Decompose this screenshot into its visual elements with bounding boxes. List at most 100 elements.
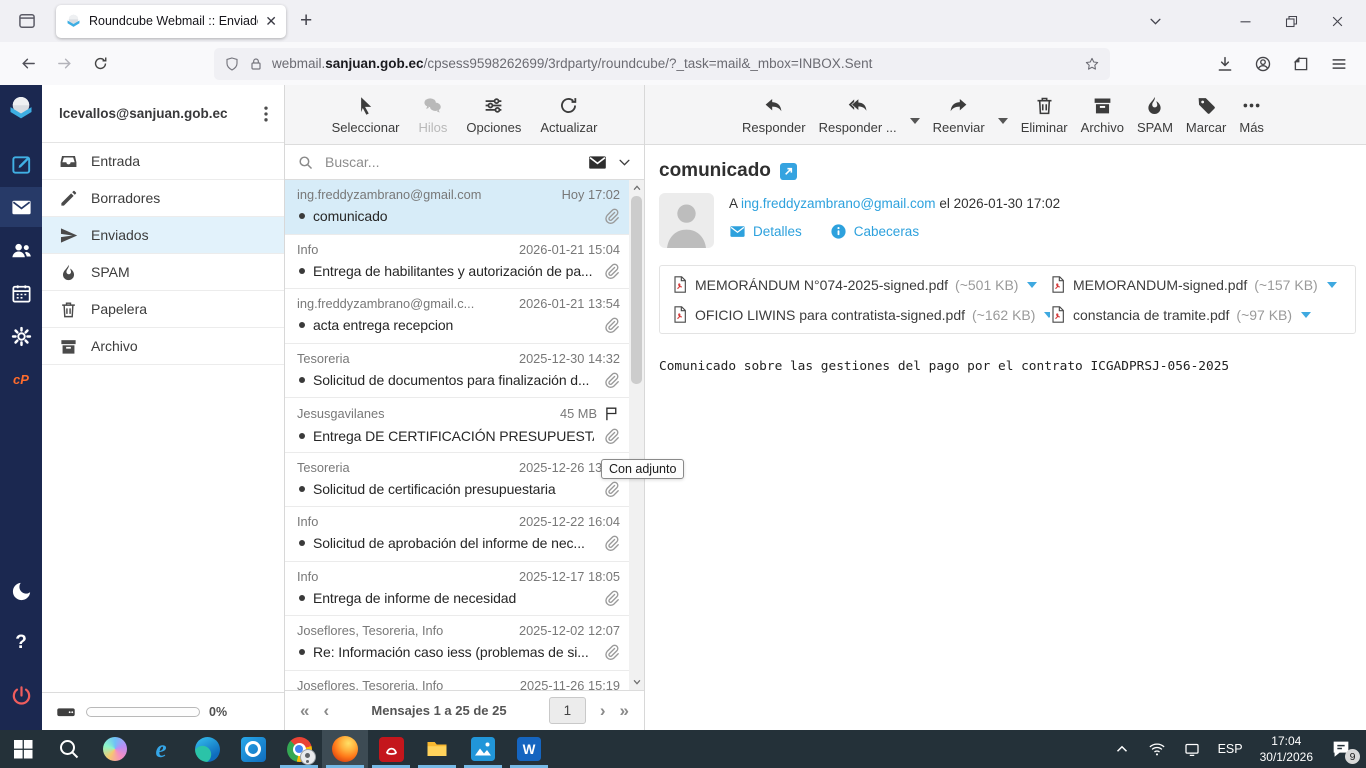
help-button[interactable]: ? — [0, 623, 42, 663]
notifications-button[interactable]: 9 — [1330, 738, 1360, 764]
taskbar-start-button[interactable] — [0, 730, 46, 768]
language-indicator[interactable]: ESP — [1218, 742, 1243, 756]
taskbar-copilot-button[interactable] — [92, 730, 138, 768]
browser-tab[interactable]: Roundcube Webmail :: Enviados ✕ — [56, 4, 286, 38]
recipient-email-link[interactable]: ing.freddyzambrano@gmail.com — [741, 196, 936, 211]
message-list-item[interactable]: Tesoreria 2025-12-26 13:13 Solicitud de … — [285, 453, 644, 507]
window-minimize-button[interactable] — [1222, 2, 1268, 40]
scrollbar-thumb[interactable] — [631, 196, 642, 384]
forward-button[interactable] — [48, 48, 80, 80]
new-tab-button[interactable]: + — [300, 9, 312, 33]
scroll-up-icon[interactable] — [629, 181, 644, 195]
folder-item-enviados[interactable]: Enviados — [42, 217, 284, 254]
taskbar-word-button[interactable]: W — [506, 730, 552, 768]
message-list-scrollbar[interactable] — [629, 180, 644, 690]
folder-item-papelera[interactable]: Papelera — [42, 291, 284, 328]
open-in-new-window-icon[interactable] — [779, 162, 797, 180]
extensions-icon[interactable] — [1292, 55, 1310, 73]
attachment-item[interactable]: OFICIO LIWINS para contratista-signed.pd… — [672, 305, 1050, 324]
logout-button[interactable] — [0, 675, 42, 715]
headers-toggle[interactable]: Cabeceras — [830, 223, 919, 240]
taskbar-acrobat-button[interactable] — [368, 730, 414, 768]
taskbar-internet-explorer-button[interactable]: e — [138, 730, 184, 768]
mail-toolbar-responder-button[interactable]: Responder ... — [819, 95, 897, 135]
message-list-item[interactable]: Info 2025-12-22 16:04 Solicitud de aprob… — [285, 507, 644, 562]
search-input[interactable] — [323, 153, 578, 171]
menu-hamburger-icon[interactable] — [1330, 55, 1348, 73]
nav-calendar-button[interactable] — [0, 273, 42, 313]
last-page-button[interactable]: » — [620, 702, 629, 719]
first-page-button[interactable]: « — [300, 702, 309, 719]
window-close-button[interactable] — [1314, 2, 1360, 40]
message-list-item[interactable]: Joseflores, Tesoreria, Info 2025-11-26 1… — [285, 671, 644, 691]
shield-icon[interactable] — [224, 56, 240, 72]
message-list-item[interactable]: Joseflores, Tesoreria, Info 2025-12-02 1… — [285, 616, 644, 671]
message-list-item[interactable]: Jesusgavilanes 45 MB Entrega DE CERTIFIC… — [285, 398, 644, 453]
wifi-icon[interactable] — [1148, 740, 1166, 758]
attachment-item[interactable]: MEMORÁNDUM N°074-2025-signed.pdf (~501 K… — [672, 275, 1050, 294]
attachment-item[interactable]: MEMORANDUM-signed.pdf (~157 KB) — [1050, 275, 1343, 294]
folder-item-archivo[interactable]: Archivo — [42, 328, 284, 365]
message-list-item[interactable]: Info 2025-12-17 18:05 Entrega de informe… — [285, 562, 644, 616]
tab-close-icon[interactable]: ✕ — [265, 14, 277, 28]
list-toolbar-seleccionar-button[interactable]: Seleccionar — [332, 95, 400, 135]
mail-toolbar-responder-button[interactable]: Responder — [742, 95, 806, 135]
attachment-menu-caret-icon[interactable] — [1027, 281, 1038, 288]
attachment-menu-caret-icon[interactable] — [1301, 311, 1312, 318]
nav-cpanel-button[interactable]: cP — [0, 359, 42, 399]
downloads-icon[interactable] — [1216, 55, 1234, 73]
prev-page-button[interactable]: ‹ — [323, 702, 329, 719]
message-list-item[interactable]: Tesoreria 2025-12-30 14:32 Solicitud de … — [285, 344, 644, 398]
firefox-view-button[interactable] — [12, 6, 42, 36]
nav-settings-button[interactable] — [0, 316, 42, 356]
mail-toolbar-eliminar-button[interactable]: Eliminar — [1021, 95, 1068, 135]
bookmark-star-icon[interactable] — [1084, 56, 1100, 72]
message-list-item[interactable]: ing.freddyzambrano@gmail.com Hoy 17:02 c… — [285, 180, 644, 235]
next-page-button[interactable]: › — [600, 702, 606, 719]
dropdown-caret-icon[interactable] — [997, 118, 1008, 124]
reload-button[interactable] — [84, 48, 116, 80]
taskbar-chrome-button[interactable] — [276, 730, 322, 768]
tray-expand-icon[interactable] — [1113, 740, 1131, 758]
folder-item-spam[interactable]: SPAM — [42, 254, 284, 291]
mail-toolbar-marcar-button[interactable]: Marcar — [1186, 95, 1226, 135]
compose-button[interactable] — [0, 144, 42, 184]
clock[interactable]: 17:04 30/1/2026 — [1260, 733, 1313, 765]
folder-item-entrada[interactable]: Entrada — [42, 143, 284, 180]
nav-mail-button[interactable] — [0, 187, 42, 227]
attachment-menu-caret-icon[interactable] — [1326, 281, 1337, 288]
folder-item-borradores[interactable]: Borradores — [42, 180, 284, 217]
page-number-input[interactable]: 1 — [548, 697, 586, 724]
taskbar-outlook-button[interactable] — [230, 730, 276, 768]
taskbar-photos-button[interactable] — [460, 730, 506, 768]
taskbar-search-button[interactable] — [46, 730, 92, 768]
window-restore-button[interactable] — [1268, 2, 1314, 40]
account-menu-icon[interactable] — [256, 104, 276, 124]
message-list-item[interactable]: ing.freddyzambrano@gmail.c... 2026-01-21… — [285, 289, 644, 344]
taskbar-file-explorer-button[interactable] — [414, 730, 460, 768]
list-toolbar-actualizar-button[interactable]: Actualizar — [540, 95, 597, 135]
nav-contacts-button[interactable] — [0, 230, 42, 270]
cast-icon[interactable] — [1183, 740, 1201, 758]
list-tabs-button[interactable] — [1132, 2, 1178, 40]
taskbar-edge-button[interactable] — [184, 730, 230, 768]
mail-toolbar-archivo-button[interactable]: Archivo — [1081, 95, 1124, 135]
mail-toolbar-reenviar-button[interactable]: Reenviar — [933, 95, 985, 135]
account-icon[interactable] — [1254, 55, 1272, 73]
back-button[interactable] — [12, 48, 44, 80]
lock-icon[interactable] — [248, 56, 264, 72]
address-bar[interactable]: webmail.sanjuan.gob.ec/cpsess9598262699/… — [214, 47, 1110, 80]
taskbar-firefox-button[interactable] — [322, 730, 368, 768]
message-list-item[interactable]: Info 2026-01-21 15:04 Entrega de habilit… — [285, 235, 644, 289]
details-toggle[interactable]: Detalles — [729, 223, 802, 240]
search-scope-mail-icon[interactable] — [587, 152, 608, 173]
dark-mode-button[interactable] — [0, 571, 42, 611]
list-toolbar-hilos-button[interactable]: Hilos — [419, 95, 447, 135]
scroll-down-icon[interactable] — [629, 675, 644, 689]
list-toolbar-opciones-button[interactable]: Opciones — [466, 95, 521, 135]
attachment-item[interactable]: constancia de tramite.pdf (~97 KB) — [1050, 305, 1343, 324]
dropdown-caret-icon[interactable] — [909, 118, 920, 124]
mail-toolbar-más-button[interactable]: Más — [1239, 95, 1264, 135]
mail-toolbar-spam-button[interactable]: SPAM — [1137, 95, 1173, 135]
search-options-chevron-icon[interactable] — [617, 155, 632, 170]
